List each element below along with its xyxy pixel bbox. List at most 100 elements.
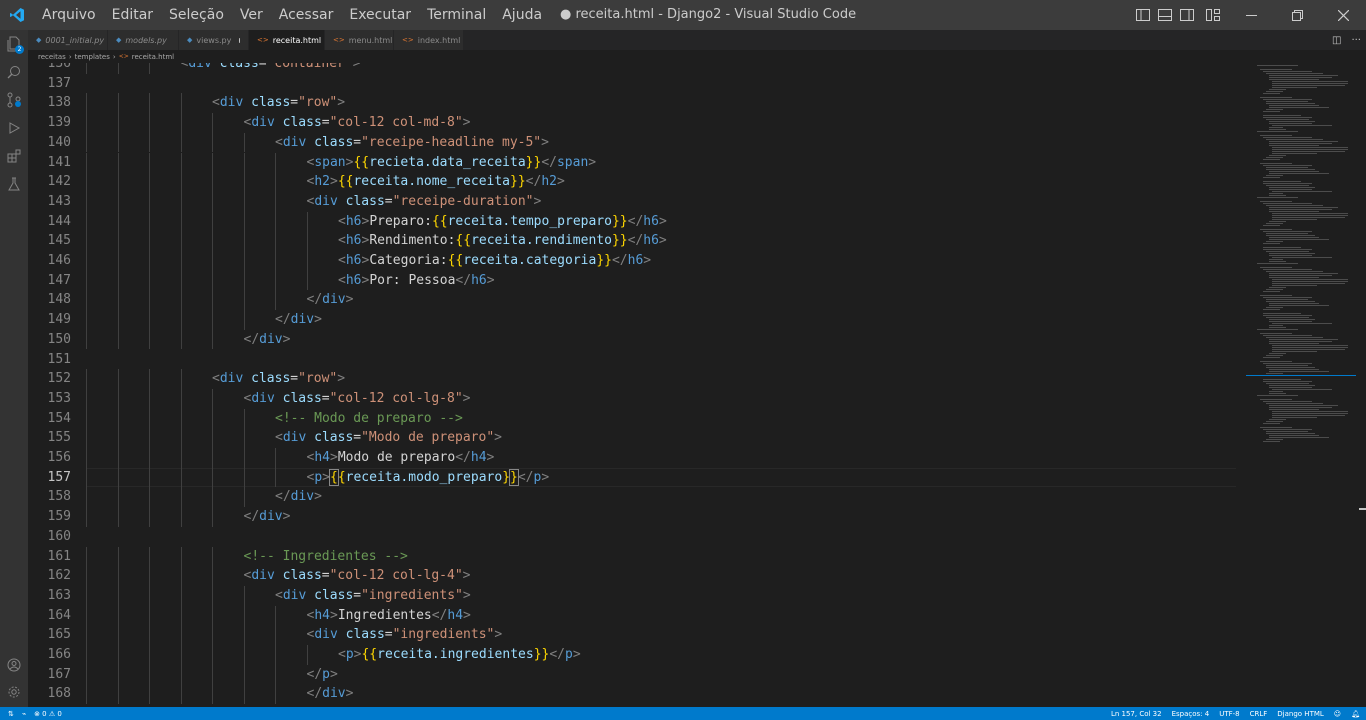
menu-item[interactable]: Seleção	[161, 0, 232, 30]
code-line[interactable]: 147 <h6>Por: Pessoa</h6>	[28, 270, 1246, 291]
code-line[interactable]: 164 <h4>Ingredientes</h4>	[28, 605, 1246, 626]
menu-item[interactable]: Ver	[232, 0, 271, 30]
code-line[interactable]: 148 </div>	[28, 290, 1246, 311]
code-line[interactable]: 138 <div class="row">	[28, 93, 1246, 114]
code-line[interactable]: 137	[28, 74, 1246, 94]
code-line[interactable]: 145 <h6>Rendimento:{{receita.rendimento}}…	[28, 231, 1246, 251]
restore-button[interactable]	[1274, 0, 1320, 30]
live-share-icon[interactable]: ⌁	[22, 710, 26, 718]
indent-guide	[117, 172, 119, 192]
indent-guide	[180, 585, 182, 606]
minimap-line	[1263, 357, 1280, 358]
current-code-line[interactable]: 157 <p>{{receita.modo_preparo}}</p>	[28, 467, 1246, 488]
menu-item[interactable]: Arquivo	[34, 0, 104, 30]
end-of-line[interactable]: CRLF	[1250, 710, 1268, 718]
indent-guide	[117, 251, 119, 271]
explorer-badge: 2	[15, 45, 24, 54]
code-line[interactable]: 146 <h6>Categoria:{{receita.categoria}}</…	[28, 251, 1246, 271]
code-line[interactable]: 142 <h2>{{receita.nome_receita}}</h2>	[28, 172, 1246, 192]
code-line[interactable]: 140 <div class="receipe-headline my-5">	[28, 132, 1246, 153]
feedback-icon[interactable]: ☺	[1334, 710, 1341, 718]
more-actions-icon[interactable]: ···	[1346, 35, 1366, 46]
extensions-icon[interactable]	[0, 142, 28, 170]
code-line[interactable]: 165 <div class="ingredients">	[28, 625, 1246, 645]
code-line[interactable]: 156 <h4>Modo de preparo</h4>	[28, 448, 1246, 468]
menu-item[interactable]: Executar	[341, 0, 419, 30]
code-line[interactable]: 153 <div class="col-12 col-lg-8">	[28, 388, 1246, 409]
minimap-line	[1269, 437, 1330, 438]
code-line[interactable]: 149 </div>	[28, 310, 1246, 330]
toggle-sidebar-icon[interactable]	[1132, 0, 1154, 30]
code-line[interactable]: 159 </div>	[28, 507, 1246, 527]
indent-guide	[180, 605, 182, 626]
encoding[interactable]: UTF-8	[1219, 710, 1239, 718]
close-button[interactable]	[1320, 0, 1366, 30]
tab-menu-html[interactable]: <> menu.html	[325, 30, 394, 50]
tab-receita-html[interactable]: <> receita.html	[249, 30, 325, 50]
menu-item[interactable]: Acessar	[271, 0, 342, 30]
minimap[interactable]	[1246, 63, 1356, 707]
code-line[interactable]: 168 </div>	[28, 684, 1246, 705]
minimap-line	[1266, 271, 1324, 272]
minimap-line	[1269, 105, 1320, 106]
code-line[interactable]: 139 <div class="col-12 col-md-8">	[28, 113, 1246, 133]
code-line[interactable]: 163 <div class="ingredients">	[28, 585, 1246, 606]
minimap-line	[1266, 167, 1308, 168]
settings-gear-icon[interactable]	[0, 678, 28, 706]
run-debug-icon[interactable]	[0, 114, 28, 142]
code-line[interactable]: 160	[28, 527, 1246, 547]
source-control-icon[interactable]	[0, 86, 28, 114]
code-line[interactable]: 166 <p>{{receita.ingredientes}}</p>	[28, 645, 1246, 665]
code-line[interactable]: 162 <div class="col-12 col-lg-4">	[28, 566, 1246, 586]
remote-icon[interactable]: ⇅	[8, 710, 14, 718]
unsaved-dot-icon[interactable]	[239, 37, 240, 43]
code-line[interactable]: 141 <span>{{recieta.data_receita}}</span>	[28, 152, 1246, 173]
code-line[interactable]: 150 </div>	[28, 329, 1246, 350]
tab-models-py[interactable]: ◆ models.py	[108, 30, 179, 50]
code-line[interactable]: 151	[28, 350, 1246, 370]
code-line[interactable]: 155 <div class="Modo de preparo">	[28, 428, 1246, 448]
code-line[interactable]: 136 <div class="container">	[28, 63, 1246, 74]
explorer-icon[interactable]: 2	[0, 30, 28, 58]
breadcrumb-item[interactable]: receita.html	[132, 53, 174, 61]
code-line[interactable]: 144 <h6>Preparo:{{receita.tempo_preparo}}…	[28, 211, 1246, 232]
code-line[interactable]: 154 <!-- Modo de preparo -->	[28, 408, 1246, 429]
search-icon[interactable]	[0, 58, 28, 86]
code-line[interactable]: 143 <div class="receipe-duration">	[28, 191, 1246, 212]
cursor-position[interactable]: Ln 157, Col 32	[1111, 710, 1162, 718]
language-mode[interactable]: Django HTML	[1277, 710, 1324, 718]
indent-guide	[243, 152, 245, 173]
indent-guide	[117, 566, 119, 586]
indent-guide	[149, 113, 150, 133]
menu-item[interactable]: Editar	[104, 0, 161, 30]
account-icon[interactable]	[0, 651, 28, 679]
problems-indicator[interactable]: ⊗ 0 ⚠ 0	[34, 710, 62, 718]
toggle-secondary-sidebar-icon[interactable]	[1176, 0, 1198, 30]
menu-item[interactable]: Ajuda	[494, 0, 550, 30]
toggle-panel-icon[interactable]	[1154, 0, 1176, 30]
customize-layout-icon[interactable]	[1198, 0, 1228, 30]
breadcrumb: receitas › templates › <> receita.html	[28, 50, 1366, 63]
code-editor[interactable]: 136 <div class="container"> 137 138 <div cla…	[28, 63, 1246, 707]
notifications-bell-icon[interactable]: 🔔︎	[1351, 710, 1360, 718]
menu-item[interactable]: Terminal	[419, 0, 494, 30]
indent-guide	[180, 664, 182, 685]
minimap-line	[1266, 157, 1283, 158]
code-line[interactable]: 161 <!-- Ingredientes -->	[28, 546, 1246, 567]
indent-guide	[243, 172, 245, 192]
code-line[interactable]: 152 <div class="row">	[28, 369, 1246, 389]
vertical-scrollbar[interactable]	[1356, 63, 1366, 707]
tab-index-html[interactable]: <> index.html	[394, 30, 464, 50]
tab-views-py[interactable]: ◆ views.py	[179, 30, 249, 50]
testing-icon[interactable]	[0, 170, 28, 198]
breadcrumb-item[interactable]: templates	[75, 53, 110, 61]
indent-guide	[212, 191, 213, 212]
breadcrumb-item[interactable]: receitas	[38, 53, 66, 61]
tab-0001-initial-py[interactable]: ◆ 0001_initial.py	[28, 30, 108, 50]
minimize-button[interactable]	[1228, 0, 1274, 30]
code-line[interactable]: 167 </p>	[28, 664, 1246, 685]
minimap-line	[1260, 295, 1293, 296]
indentation[interactable]: Espaços: 4	[1172, 710, 1210, 718]
split-editor-icon[interactable]: ◫	[1327, 35, 1346, 46]
code-line[interactable]: 158 </div>	[28, 487, 1246, 508]
